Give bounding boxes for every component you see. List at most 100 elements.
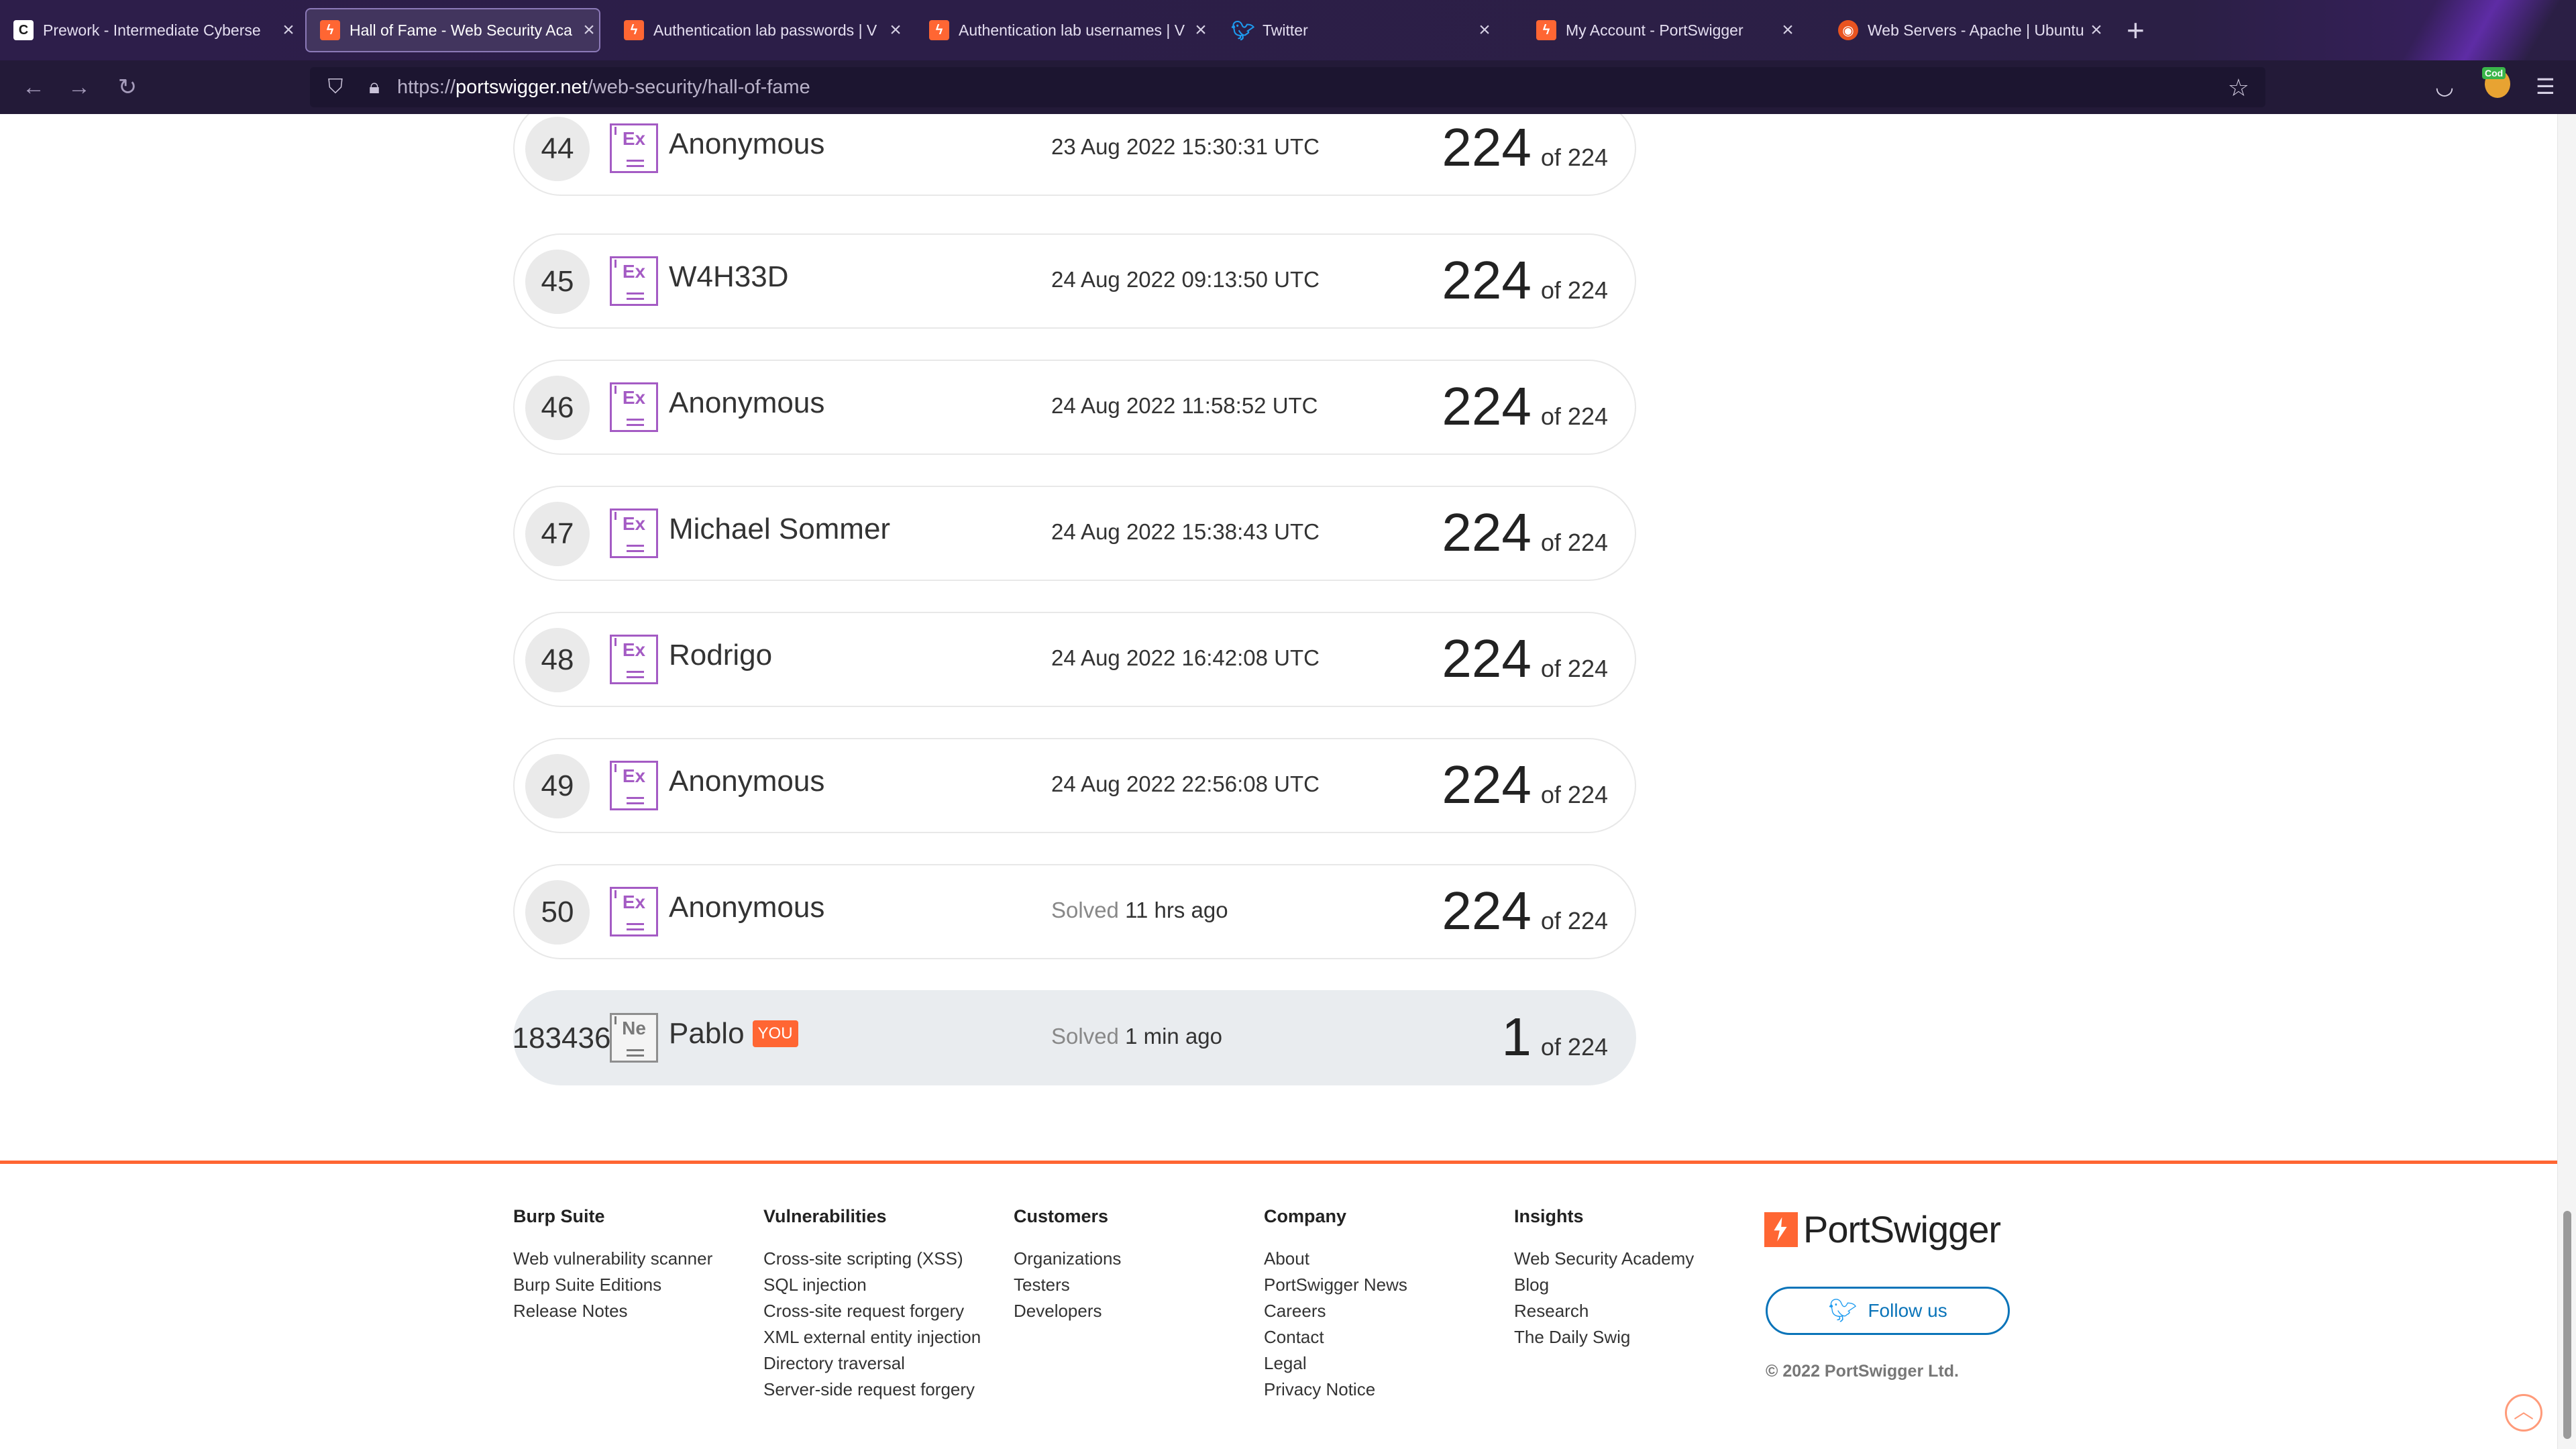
- reload-icon[interactable]: ↻: [113, 72, 142, 102]
- rank-number: 47: [525, 502, 590, 566]
- rank-number: 49: [525, 754, 590, 818]
- score-total: of 224: [1540, 529, 1608, 556]
- score: 224 of 224: [1442, 376, 1608, 437]
- footer-link[interactable]: Cross-site request forgery: [763, 1298, 981, 1324]
- score: 224 of 224: [1442, 880, 1608, 942]
- close-tab-icon[interactable]: ×: [579, 19, 599, 42]
- solved-time: 11 hrs ago: [1125, 898, 1228, 922]
- rank-number: 50: [525, 880, 590, 945]
- user-name-text: Rodrigo: [669, 639, 773, 672]
- badge-label: Ne: [622, 1018, 646, 1038]
- solved-date: Solved 11 hrs ago: [1051, 898, 1228, 923]
- url-path: /web-security/hall-of-fame: [587, 76, 810, 98]
- footer-link[interactable]: Research: [1514, 1298, 1694, 1324]
- bookmark-star-icon[interactable]: ☆: [2228, 74, 2249, 102]
- score-value: 224: [1442, 117, 1532, 177]
- close-tab-icon[interactable]: ×: [1191, 19, 1211, 42]
- footer-link[interactable]: Contact: [1264, 1324, 1407, 1350]
- leaderboard-row: 48 Ex Rodrigo 24 Aug 2022 16:42:08 UTC 224 of…: [513, 612, 1636, 707]
- tab-title: Authentication lab usernames | V: [959, 21, 1185, 39]
- footer-link[interactable]: Web Security Academy: [1514, 1246, 1694, 1272]
- footer-link[interactable]: Directory traversal: [763, 1350, 981, 1377]
- score-total: of 224: [1540, 781, 1608, 808]
- close-tab-icon[interactable]: ×: [1778, 19, 1798, 42]
- forward-icon[interactable]: →: [64, 72, 94, 102]
- solved-time: 1 min ago: [1125, 1024, 1223, 1049]
- menu-icon[interactable]: ☰: [2536, 74, 2555, 99]
- footer-link[interactable]: PortSwigger News: [1264, 1272, 1407, 1298]
- rank-number: 46: [525, 376, 590, 440]
- footer-link[interactable]: Release Notes: [513, 1298, 712, 1324]
- score-total: of 224: [1540, 144, 1608, 171]
- solved-time: 24 Aug 2022 16:42:08 UTC: [1051, 645, 1320, 670]
- footer-link[interactable]: Developers: [1014, 1298, 1121, 1324]
- footer-link[interactable]: Burp Suite Editions: [513, 1272, 712, 1298]
- footer-link[interactable]: SQL injection: [763, 1272, 981, 1298]
- browser-tab[interactable]: ϟ Authentication lab passwords | V ×: [610, 8, 906, 52]
- footer-link[interactable]: About: [1264, 1246, 1407, 1272]
- footer-link[interactable]: Privacy Notice: [1264, 1377, 1407, 1403]
- new-tab-button[interactable]: +: [2127, 12, 2145, 48]
- footer-link[interactable]: Organizations: [1014, 1246, 1121, 1272]
- solved-date: 23 Aug 2022 15:30:31 UTC: [1051, 134, 1320, 160]
- leaderboard-row: 44 Ex Anonymous 23 Aug 2022 15:30:31 UTC 224…: [513, 114, 1636, 196]
- address-bar[interactable]: ⛉ 🔒︎ https://portswigger.net/web-securit…: [310, 67, 2265, 107]
- solved-label: Solved: [1051, 1024, 1119, 1049]
- twitter-icon: 🐦︎: [1231, 19, 1255, 41]
- portswigger-logo[interactable]: PortSwigger: [1764, 1208, 2001, 1251]
- close-tab-icon[interactable]: ×: [885, 19, 906, 42]
- browser-tab[interactable]: C Prework - Intermediate Cyberse ×: [0, 8, 299, 52]
- page-content: 44 Ex Anonymous 23 Aug 2022 15:30:31 UTC 224…: [0, 114, 2557, 1449]
- footer-link[interactable]: Web vulnerability scanner: [513, 1246, 712, 1272]
- lock-icon[interactable]: 🔒︎: [361, 76, 388, 99]
- close-tab-icon[interactable]: ×: [278, 19, 299, 42]
- rank-number: 183436: [512, 1022, 611, 1055]
- footer-divider: [0, 1161, 2557, 1164]
- user-name-text: Anonymous: [669, 765, 825, 798]
- badge-label: Ex: [622, 387, 646, 408]
- browser-tab[interactable]: ϟ My Account - PortSwigger ×: [1523, 8, 1798, 52]
- footer-link[interactable]: Cross-site scripting (XSS): [763, 1246, 981, 1272]
- footer-link[interactable]: The Daily Swig: [1514, 1324, 1694, 1350]
- browser-tab[interactable]: ϟ Authentication lab usernames | V ×: [916, 8, 1211, 52]
- footer-link[interactable]: Careers: [1264, 1298, 1407, 1324]
- footer-link[interactable]: Testers: [1014, 1272, 1121, 1298]
- browser-tab[interactable]: ◉ Web Servers - Apache | Ubuntu ×: [1825, 8, 2106, 52]
- user-name-text: W4H33D: [669, 260, 789, 293]
- pocket-icon[interactable]: ◡: [2435, 74, 2454, 99]
- footer-heading: Customers: [1014, 1206, 1109, 1226]
- footer-link[interactable]: Legal: [1264, 1350, 1407, 1377]
- browser-tab[interactable]: 🐦︎ Twitter ×: [1220, 8, 1495, 52]
- back-icon[interactable]: ←: [19, 72, 48, 102]
- score-total: of 224: [1540, 655, 1608, 682]
- scrollbar-thumb[interactable]: [2563, 1211, 2571, 1439]
- leaderboard-row: 183436 Ne Pablo YOU Solved 1 min ago 1 of 224: [513, 990, 1636, 1085]
- user-name-text: Anonymous: [669, 891, 825, 924]
- user-name-text: Michael Sommer: [669, 513, 891, 545]
- portswigger-icon: ϟ: [929, 20, 949, 40]
- solved-date: 24 Aug 2022 11:58:52 UTC: [1051, 393, 1318, 419]
- page-scrollbar[interactable]: [2557, 114, 2576, 1449]
- tab-title: Prework - Intermediate Cyberse: [43, 21, 261, 39]
- solved-time: 24 Aug 2022 09:13:50 UTC: [1051, 267, 1320, 292]
- score-value: 224: [1442, 755, 1532, 814]
- close-tab-icon[interactable]: ×: [2086, 19, 2106, 42]
- footer-link[interactable]: Server-side request forgery: [763, 1377, 981, 1403]
- footer-link[interactable]: XML external entity injection: [763, 1324, 981, 1350]
- tab-title: Web Servers - Apache | Ubuntu: [1868, 21, 2084, 39]
- url-text[interactable]: https://portswigger.net/web-security/hal…: [397, 76, 810, 99]
- follow-us-button[interactable]: 🐦︎ Follow us: [1766, 1287, 2010, 1335]
- level-badge-icon: Ex: [610, 635, 658, 684]
- navigation-bar: ← → ↻ ⛉ 🔒︎ https://portswigger.net/web-s…: [0, 60, 2576, 114]
- portswigger-icon: ϟ: [320, 20, 340, 40]
- shield-icon[interactable]: ⛉: [322, 76, 349, 99]
- level-badge-icon: Ne: [610, 1013, 658, 1063]
- level-badge-icon: Ex: [610, 123, 658, 173]
- close-tab-icon[interactable]: ×: [1474, 19, 1495, 42]
- footer-link[interactable]: Blog: [1514, 1272, 1694, 1298]
- browser-tab[interactable]: ϟ Hall of Fame - Web Security Aca ×: [305, 8, 600, 52]
- scroll-to-top-icon[interactable]: ︿: [2505, 1394, 2542, 1432]
- footer-column: Insights Web Security Academy Blog Research…: [1514, 1206, 1694, 1350]
- user-name: Anonymous: [669, 891, 824, 924]
- score-value: 224: [1442, 502, 1532, 562]
